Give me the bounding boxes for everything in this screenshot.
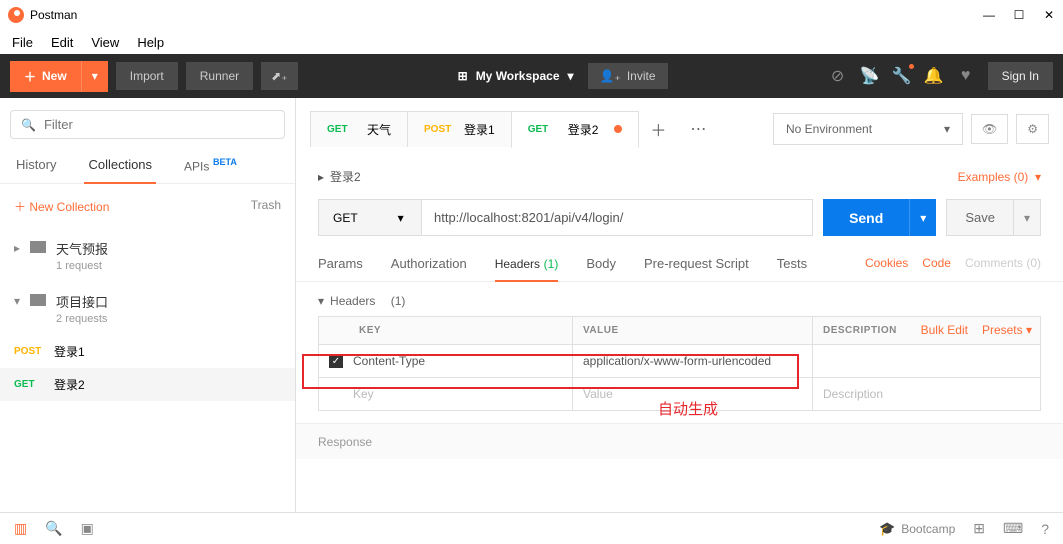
sync-off-icon[interactable]: ⊘: [828, 66, 848, 86]
statusbar: ▥ 🔍 ▣ 🎓 Bootcamp ⊞ ⌨ ?: [0, 512, 1063, 544]
signin-button[interactable]: Sign In: [988, 62, 1053, 90]
tests-tab[interactable]: Tests: [777, 256, 807, 281]
tab-apis[interactable]: APIs BETA: [180, 147, 241, 183]
caret-right-icon: ▸: [318, 170, 324, 184]
checkbox[interactable]: ✓: [329, 354, 343, 368]
request-tab[interactable]: GET 天气: [310, 111, 408, 147]
minimize-button[interactable]: —: [983, 9, 995, 21]
presets-link[interactable]: Presets ▾: [982, 323, 1032, 337]
filter-input[interactable]: [44, 117, 274, 132]
caret-down-icon: ▾: [318, 294, 324, 308]
wrench-icon[interactable]: 🔧: [892, 66, 912, 86]
collection-folder[interactable]: ▸ 天气预报 1 request: [0, 229, 295, 282]
bootcamp-link[interactable]: 🎓 Bootcamp: [879, 521, 955, 537]
person-plus-icon: 👤₊: [600, 69, 621, 83]
chevron-down-icon: ▾: [398, 211, 404, 225]
send-dropdown[interactable]: ▾: [909, 199, 936, 236]
app-icon: [8, 7, 24, 23]
runner-button[interactable]: Runner: [186, 62, 253, 90]
col-key: KEY: [349, 317, 573, 344]
menu-edit[interactable]: Edit: [43, 33, 81, 52]
request-item[interactable]: POST 登录1: [0, 335, 295, 368]
new-button[interactable]: ＋New: [10, 61, 81, 92]
close-button[interactable]: ✕: [1043, 9, 1055, 21]
request-tab[interactable]: GET 登录2: [511, 111, 640, 148]
col-value: VALUE: [573, 317, 813, 344]
caret-down-icon: ▾: [14, 294, 20, 308]
headers-tab[interactable]: Headers (1): [495, 256, 559, 281]
send-button[interactable]: Send: [823, 199, 909, 236]
main-content: GET 天气 POST 登录1 GET 登录2 ＋ ⋯ No Environme…: [296, 98, 1063, 512]
request-tab[interactable]: POST 登录1: [407, 111, 512, 147]
folder-icon: [30, 241, 46, 253]
prerequest-tab[interactable]: Pre-request Script: [644, 256, 749, 281]
examples-link[interactable]: Examples (0) ▾: [958, 170, 1041, 184]
menu-view[interactable]: View: [83, 33, 127, 52]
params-tab[interactable]: Params: [318, 256, 363, 281]
search-icon: 🔍: [21, 118, 36, 132]
save-dropdown[interactable]: ▾: [1014, 199, 1041, 236]
help-icon[interactable]: ?: [1041, 521, 1049, 537]
open-new-icon[interactable]: ⬈₊: [261, 62, 297, 90]
unsaved-dot-icon: [614, 125, 622, 133]
new-dropdown[interactable]: ▾: [81, 61, 108, 92]
sidebar-toggle-icon[interactable]: ▥: [14, 520, 27, 537]
satellite-icon[interactable]: 📡: [860, 66, 880, 86]
body-tab[interactable]: Body: [586, 256, 616, 281]
request-item[interactable]: GET 登录2: [0, 368, 295, 401]
headers-title[interactable]: ▾ Headers (1): [318, 294, 1041, 308]
trash-link[interactable]: Trash: [251, 198, 281, 215]
env-quicklook-icon[interactable]: 👁: [971, 114, 1008, 144]
save-button[interactable]: Save: [946, 199, 1014, 236]
code-link[interactable]: Code: [922, 256, 951, 281]
method-select[interactable]: GET▾: [318, 199, 422, 236]
workspace-selector[interactable]: ⊞ My Workspace ▾: [458, 69, 574, 83]
sidebar: 🔍 History Collections APIs BETA ＋ New Co…: [0, 98, 296, 512]
caret-right-icon: ▸: [14, 241, 20, 255]
filter-box[interactable]: 🔍: [10, 110, 285, 139]
comments-link[interactable]: Comments (0): [965, 256, 1041, 281]
header-row[interactable]: ✓ Content-Type application/x-www-form-ur…: [319, 345, 1040, 378]
bulk-edit-link[interactable]: Bulk Edit: [921, 323, 968, 337]
menubar: File Edit View Help: [0, 30, 1063, 54]
invite-button[interactable]: 👤₊ Invite: [588, 63, 668, 89]
bell-icon[interactable]: 🔔: [924, 66, 944, 86]
main-toolbar: ＋New ▾ Import Runner ⬈₊ ⊞ My Workspace ▾…: [0, 54, 1063, 98]
heart-icon[interactable]: ♥: [956, 67, 976, 85]
response-section: Response: [296, 423, 1063, 459]
layout-icon[interactable]: ⊞: [973, 520, 985, 537]
keyboard-icon[interactable]: ⌨: [1003, 520, 1023, 537]
url-input[interactable]: [422, 199, 813, 236]
settings-icon[interactable]: ⚙: [1016, 114, 1049, 144]
maximize-button[interactable]: ☐: [1013, 9, 1025, 21]
collection-folder[interactable]: ▾ 项目接口 2 requests: [0, 282, 295, 335]
app-title: Postman: [30, 8, 77, 22]
request-tabs: GET 天气 POST 登录1 GET 登录2 ＋ ⋯: [310, 108, 761, 150]
workspace-icon: ⊞: [458, 69, 468, 83]
tab-options-button[interactable]: ⋯: [678, 110, 718, 148]
request-name[interactable]: ▸ 登录2: [318, 168, 361, 185]
authorization-tab[interactable]: Authorization: [391, 256, 467, 281]
chevron-down-icon: ▾: [568, 69, 574, 83]
folder-icon: [30, 294, 46, 306]
headers-table: Bulk Edit Presets ▾ KEY VALUE DESCRIPTIO…: [318, 316, 1041, 411]
new-collection-link[interactable]: ＋ New Collection: [14, 198, 109, 215]
annotation-text: 自动生成: [658, 398, 718, 419]
menu-file[interactable]: File: [4, 33, 41, 52]
import-button[interactable]: Import: [116, 62, 178, 90]
tab-history[interactable]: History: [12, 147, 60, 183]
console-icon[interactable]: ▣: [81, 520, 94, 537]
find-icon[interactable]: 🔍: [45, 520, 62, 537]
environment-select[interactable]: No Environment▾: [773, 113, 963, 145]
tab-collections[interactable]: Collections: [84, 147, 156, 183]
chevron-down-icon: ▾: [944, 122, 950, 136]
add-tab-button[interactable]: ＋: [638, 108, 678, 150]
cookies-link[interactable]: Cookies: [865, 256, 908, 281]
window-titlebar: Postman — ☐ ✕: [0, 0, 1063, 30]
menu-help[interactable]: Help: [129, 33, 172, 52]
